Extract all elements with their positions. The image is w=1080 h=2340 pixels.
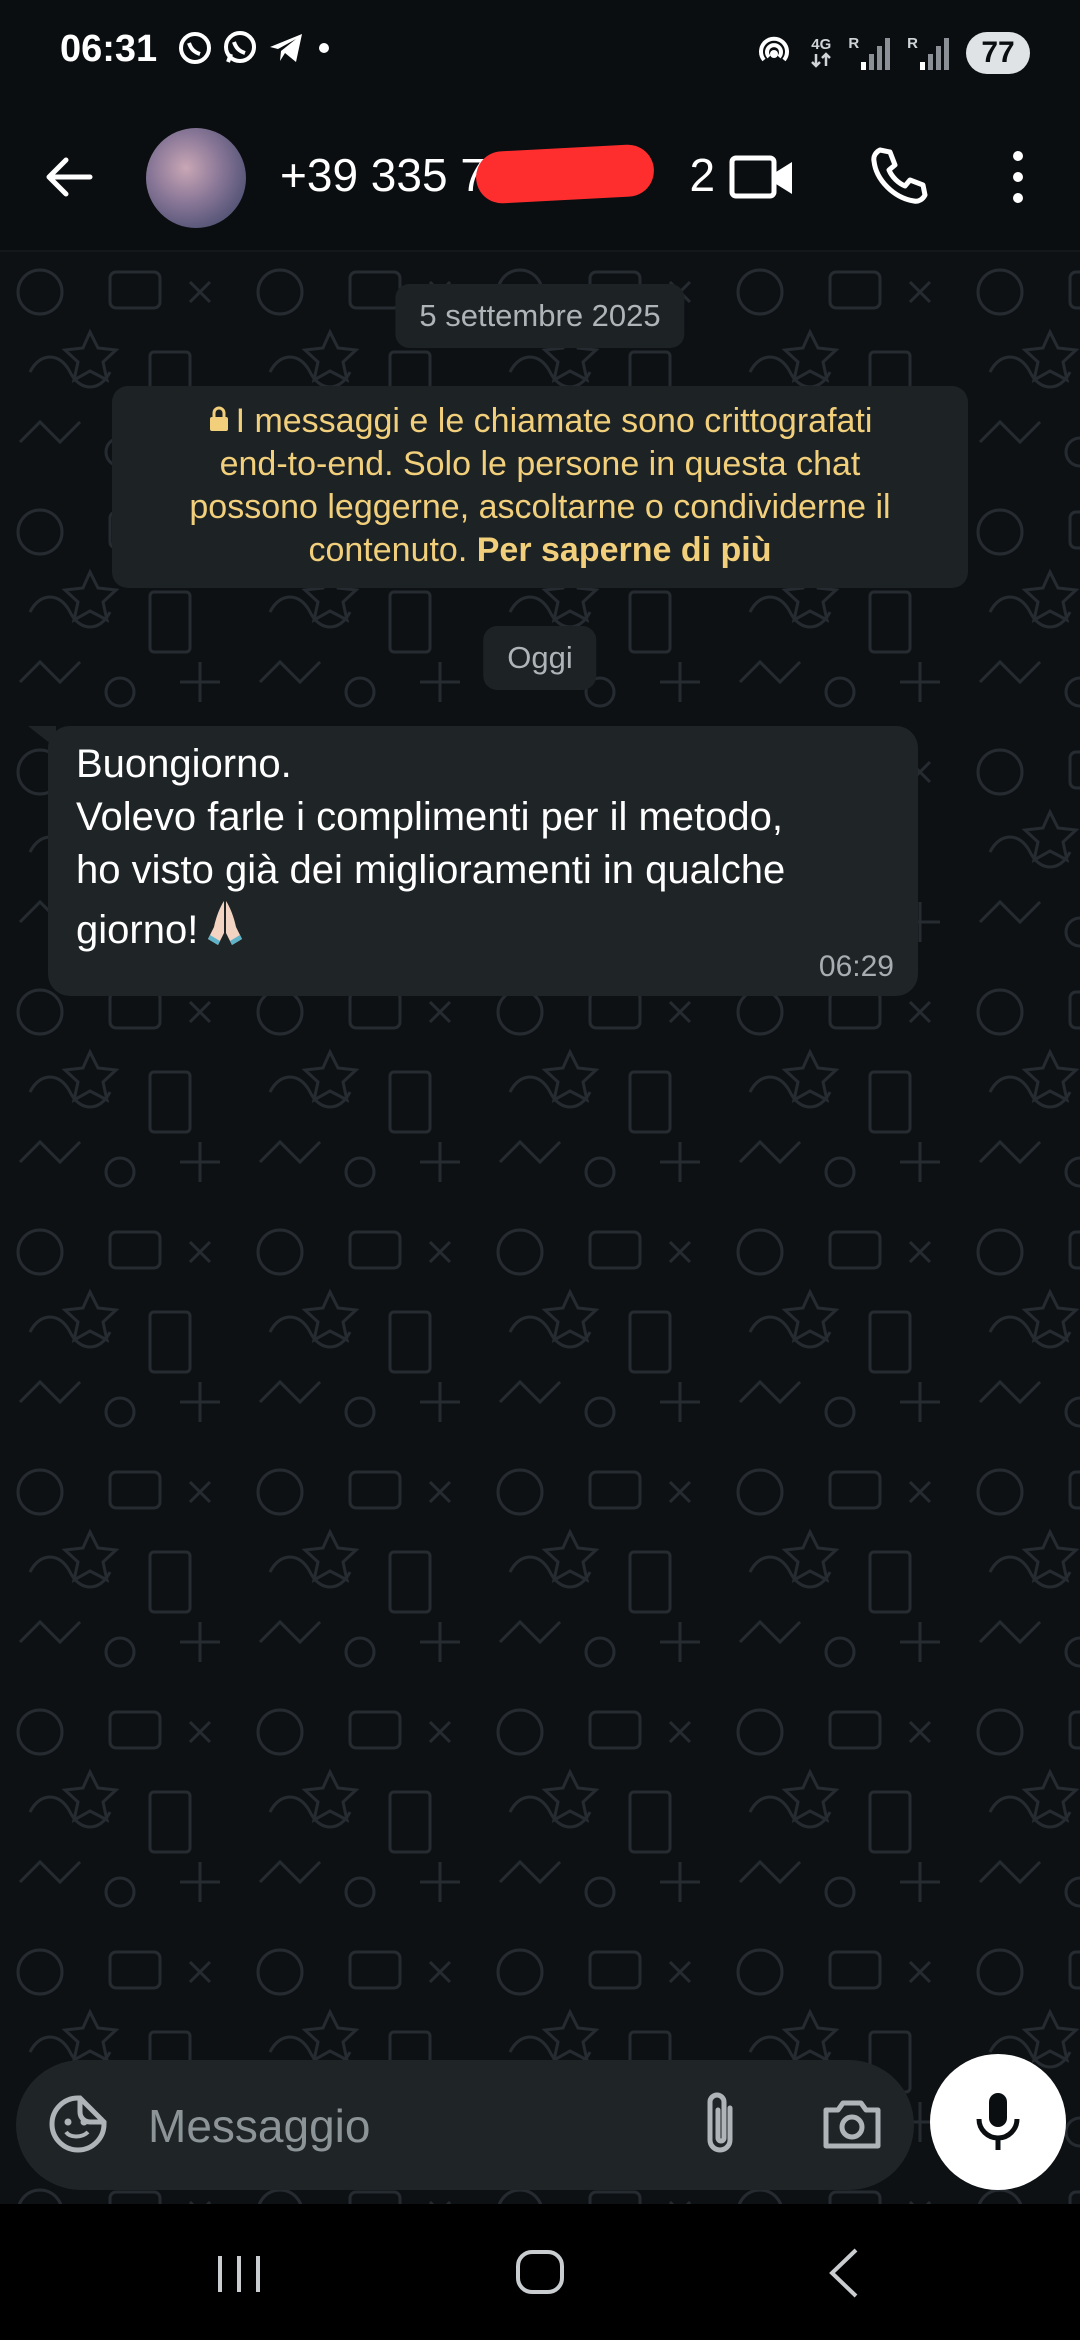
home-button[interactable] [514,2246,566,2298]
chat-header: +39 335 71 2 [0,104,1080,252]
chat-area[interactable]: 5 settembre 2025 I messaggi e le chiamat… [0,252,1080,2204]
message-input[interactable] [146,2090,690,2162]
notification-icons [178,30,334,71]
incoming-message[interactable]: Buongiorno. Volevo farle i complimenti p… [48,726,918,996]
dot-icon [314,38,334,63]
kebab-menu-icon [1013,151,1023,203]
whatsapp-icon [222,30,258,71]
signal-2-icon: R [907,36,950,70]
battery-indicator: 77 [966,31,1030,74]
nav-back-button[interactable] [826,2246,862,2300]
learn-more-link[interactable]: Per saperne di più [477,531,772,569]
video-camera-icon [729,155,792,199]
home-icon [516,2250,564,2294]
telegram-icon [268,31,304,70]
system-icons: 4G R R 77 [754,30,1030,75]
status-bar: 06:31 4G R R 77 [0,0,1080,104]
message-line-2: Volevo farle i complimenti per il metodo… [76,795,783,839]
today-separator: Oggi [483,626,597,690]
back-button[interactable] [36,144,102,210]
contact-name-suffix: 2 [689,149,716,201]
video-call-button[interactable] [728,148,798,208]
network-4g: 4G [810,37,832,68]
phone-icon [871,147,928,204]
system-navigation-bar [0,2204,1080,2340]
message-composer [16,2060,914,2190]
roaming-label-2: R [907,34,918,52]
message-timestamp: 06:29 [818,950,894,983]
attach-button[interactable] [692,2088,748,2162]
encryption-notice[interactable]: I messaggi e le chiamate sono crittograf… [112,386,968,588]
camera-icon [823,2100,881,2149]
message-line-3: ho visto già dei miglioramenti in qualch… [76,848,786,892]
date-separator: 5 settembre 2025 [395,284,685,348]
more-options-button[interactable] [1000,142,1036,212]
notice-line-2: end-to-end. Solo le persone in questa ch… [219,445,861,483]
message-line-1: Buongiorno. [76,742,292,786]
camera-button[interactable] [820,2092,884,2156]
redaction-mark [474,143,656,205]
status-time: 06:31 [60,28,158,70]
chevron-left-icon [829,2248,858,2298]
sticker-icon [49,2095,107,2153]
hotspot-icon [754,30,794,75]
recent-apps-button[interactable] [214,2252,264,2296]
signal-1-icon: R [848,36,891,70]
notice-line-4: contenuto. [308,531,477,569]
recent-apps-icon [218,2256,260,2292]
notice-line-3: possono leggerne, ascoltarne o condivide… [189,488,891,526]
roaming-label-1: R [848,34,860,52]
contact-avatar[interactable] [146,128,246,228]
arrow-left-icon [46,157,93,197]
emoji-sticker-button[interactable] [46,2092,110,2156]
voice-message-button[interactable] [930,2054,1066,2190]
message-line-4: giorno! [76,908,199,953]
microphone-icon [976,2093,1020,2150]
notice-line-1: I messaggi e le chiamate sono crittograf… [235,402,873,440]
network-4g-label: 4G [811,36,832,53]
folded-hands-icon [204,897,246,968]
viber-icon [178,31,212,70]
paperclip-icon [707,2092,733,2153]
lock-icon [208,400,230,443]
voice-call-button[interactable] [866,144,930,208]
